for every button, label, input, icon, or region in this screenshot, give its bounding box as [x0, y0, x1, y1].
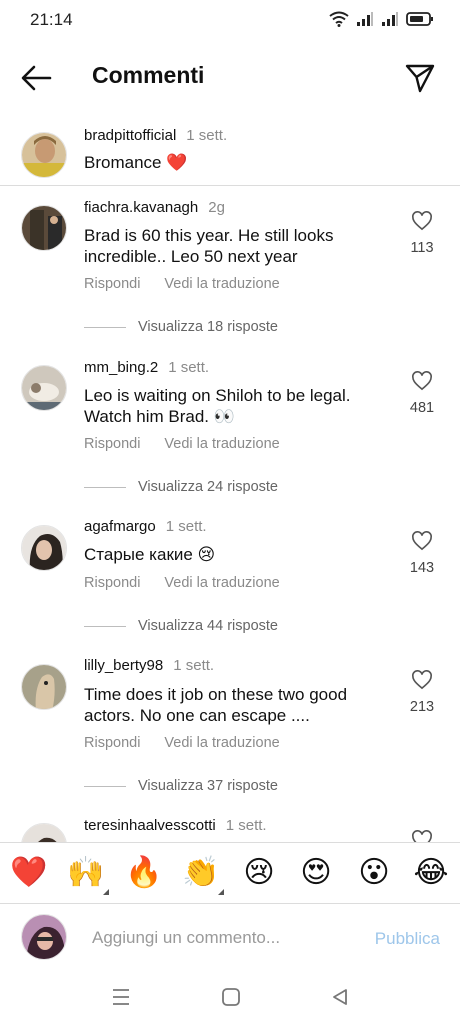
caption-username[interactable]: bradpittofficial: [84, 127, 176, 144]
fire-emoji-button[interactable]: 🔥: [125, 855, 163, 891]
wifi-icon: [329, 11, 349, 27]
caption-username-row: bradpittofficial 1 sett.: [84, 127, 227, 144]
comment-username[interactable]: teresinhaalvesscotti: [84, 817, 216, 834]
comment-username-row: mm_bing.2 1 sett.: [84, 359, 209, 376]
header: Commenti: [0, 52, 460, 104]
skin-tone-indicator: [103, 889, 109, 895]
signal-icon: [357, 12, 373, 26]
avatar[interactable]: [21, 525, 67, 571]
page-title: Commenti: [92, 62, 205, 88]
caption-text: Bromance ❤️: [84, 153, 188, 172]
comment-actions: Rispondi Vedi la traduzione: [84, 436, 280, 452]
heart-emoji-button[interactable]: ❤️: [10, 855, 48, 891]
heart-outline-icon: [412, 531, 432, 551]
comment-text-line: Time does it job on these two good: [84, 685, 348, 704]
like-button[interactable]: 213: [402, 670, 442, 715]
comment-username-row: agafmargo 1 sett.: [84, 518, 207, 535]
avatar[interactable]: [21, 132, 67, 178]
comment-text-line: Brad is 60 this year. He still looks: [84, 226, 334, 245]
comment-time: 1 sett.: [168, 359, 210, 376]
comment-time: 1 sett.: [225, 817, 267, 834]
raised-hands-emoji-button[interactable]: 🙌: [67, 855, 105, 891]
status-bar: 21:14: [0, 0, 460, 40]
comment-username[interactable]: mm_bing.2: [84, 359, 158, 376]
like-count: 143: [409, 560, 435, 576]
avatar[interactable]: [21, 205, 67, 251]
comment-username-row: fiachra.kavanagh 2g: [84, 199, 225, 216]
comment-username[interactable]: agafmargo: [84, 518, 156, 535]
comment-actions: Rispondi Vedi la traduzione: [84, 575, 280, 591]
battery-icon: [406, 12, 433, 26]
post-caption: bradpittofficial 1 sett. Bromance ❤️: [0, 118, 460, 186]
back-nav-icon[interactable]: [330, 987, 350, 1007]
emoji-bar: ❤️ 🙌 🔥 👏 😢 😍 😮 😂: [0, 842, 460, 904]
like-button[interactable]: 143: [402, 531, 442, 576]
surprised-emoji-button[interactable]: 😮: [355, 855, 393, 891]
post-button[interactable]: Pubblica: [375, 929, 440, 949]
replies-divider: [84, 785, 126, 787]
view-replies-label: Visualizza 18 risposte: [138, 319, 278, 335]
heart-eyes-emoji-button[interactable]: 😍: [297, 855, 335, 891]
replies-divider: [84, 326, 126, 328]
like-button[interactable]: 113: [402, 211, 442, 256]
menu-nav-icon[interactable]: [111, 988, 131, 1006]
like-count: 213: [409, 699, 435, 715]
comment-text-line: actors. No one can escape ....: [84, 706, 310, 725]
comment-text-line: Watch him Brad. 👀: [84, 407, 235, 426]
back-arrow-icon[interactable]: [20, 64, 52, 92]
heart-outline-icon: [412, 211, 432, 231]
clap-emoji-button[interactable]: 👏: [182, 855, 220, 891]
view-replies-label: Visualizza 24 risposte: [138, 479, 278, 495]
comment-actions: Rispondi Vedi la traduzione: [84, 276, 280, 292]
replies-divider: [84, 486, 126, 488]
comment-time: 1 sett.: [165, 518, 207, 535]
avatar[interactable]: [21, 365, 67, 411]
status-icons: [329, 11, 434, 27]
comment-composer: Aggiungi un commento... Pubblica: [0, 904, 460, 970]
view-replies-label: Visualizza 37 risposte: [138, 778, 278, 794]
heart-outline-icon: [412, 670, 432, 690]
translate-button[interactable]: Vedi la traduzione: [164, 436, 279, 452]
comment-time: 2g: [208, 199, 225, 216]
view-replies[interactable]: Visualizza 44 risposte: [84, 618, 278, 634]
comment-input[interactable]: Aggiungi un commento...: [92, 928, 280, 948]
comment-actions: Rispondi Vedi la traduzione: [84, 735, 280, 751]
caption-time: 1 sett.: [186, 127, 228, 144]
reply-button[interactable]: Rispondi: [84, 436, 140, 452]
comment-username-row: teresinhaalvesscotti 1 sett.: [84, 817, 267, 834]
heart-outline-icon: [412, 371, 432, 391]
comment-text-line: Старые какие 😢: [84, 545, 216, 564]
translate-button[interactable]: Vedi la traduzione: [164, 735, 279, 751]
reply-button[interactable]: Rispondi: [84, 276, 140, 292]
view-replies[interactable]: Visualizza 37 risposte: [84, 778, 278, 794]
translate-button[interactable]: Vedi la traduzione: [164, 575, 279, 591]
replies-divider: [84, 625, 126, 627]
avatar[interactable]: [21, 664, 67, 710]
send-icon[interactable]: [404, 62, 436, 94]
like-count: 481: [409, 400, 435, 416]
view-replies[interactable]: Visualizza 18 risposte: [84, 319, 278, 335]
signal-icon-2: [382, 12, 398, 26]
comment-text-line: incredible.. Leo 50 next year: [84, 247, 298, 266]
view-replies-label: Visualizza 44 risposte: [138, 618, 278, 634]
comment-text-line: Leo is waiting on Shiloh to be legal.: [84, 386, 351, 405]
crying-emoji-button[interactable]: 😢: [240, 855, 278, 891]
reply-button[interactable]: Rispondi: [84, 735, 140, 751]
comment-username[interactable]: fiachra.kavanagh: [84, 199, 198, 216]
comment-username[interactable]: lilly_berty98: [84, 657, 163, 674]
comment-username-row: lilly_berty98 1 sett.: [84, 657, 214, 674]
like-count: 113: [410, 240, 434, 256]
system-nav-bar: [0, 970, 460, 1024]
avatar: [21, 914, 67, 960]
joy-emoji-button[interactable]: 😂: [412, 855, 450, 891]
status-time: 21:14: [30, 10, 73, 29]
home-nav-icon[interactable]: [221, 987, 241, 1007]
skin-tone-indicator: [218, 889, 224, 895]
comment-time: 1 sett.: [173, 657, 215, 674]
translate-button[interactable]: Vedi la traduzione: [164, 276, 279, 292]
like-button[interactable]: 481: [402, 371, 442, 416]
view-replies[interactable]: Visualizza 24 risposte: [84, 479, 278, 495]
reply-button[interactable]: Rispondi: [84, 575, 140, 591]
